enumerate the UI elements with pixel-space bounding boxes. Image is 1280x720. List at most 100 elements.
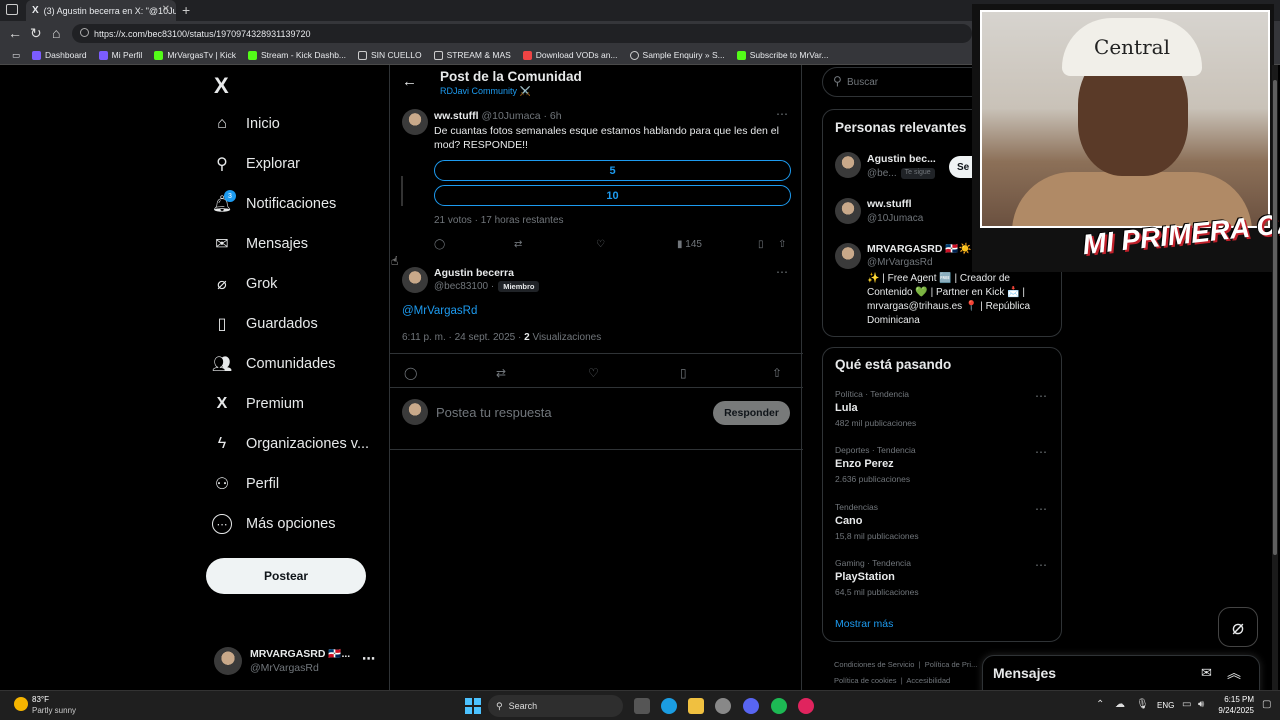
nav-item-perfil[interactable]: ⚇ Perfil <box>212 467 279 501</box>
cloud-icon[interactable]: ☁ <box>1115 699 1125 710</box>
bookmark-item[interactable]: Stream - Kick Dashb... <box>242 50 352 60</box>
more-icon[interactable]: ⋯ <box>1035 558 1047 572</box>
more-icon[interactable]: ⋯ <box>776 107 788 121</box>
avatar[interactable] <box>402 109 428 135</box>
weather-temp[interactable]: 83°F <box>32 695 49 704</box>
nav-item-explorar[interactable]: ⚲ Explorar <box>212 147 300 181</box>
nav-item-guardados[interactable]: ▯ Guardados <box>212 307 318 341</box>
share-icon[interactable]: ⇧ <box>778 239 786 250</box>
language-indicator[interactable]: ENG <box>1157 701 1174 710</box>
x-logo-icon[interactable]: X <box>214 73 229 99</box>
person-name[interactable]: Agustin bec... <box>867 153 936 165</box>
author-name[interactable]: ww.stuffl <box>434 110 479 122</box>
footer-link[interactable]: Accesibilidad <box>906 676 950 685</box>
avatar[interactable] <box>835 198 861 224</box>
poll-option[interactable]: 5 <box>434 160 791 181</box>
nav-item-comunidades[interactable]: 👥︎ Comunidades <box>212 347 336 381</box>
person-name[interactable]: ww.stuffl <box>867 198 912 210</box>
url-field[interactable]: https://x.com/bec83100/status/1970974328… <box>72 24 972 43</box>
notification-center-icon[interactable]: ▢ <box>1262 699 1271 710</box>
sidebar-toggle-icon[interactable]: ▭ <box>6 50 26 61</box>
start-icon[interactable] <box>465 698 481 714</box>
search-input[interactable]: Buscar <box>847 77 878 88</box>
taskbar-search[interactable]: ⚲ Search <box>488 695 623 717</box>
tab-actions-icon[interactable] <box>6 4 18 15</box>
poll-option[interactable]: 10 <box>434 185 791 206</box>
footer-link[interactable]: Política de Pri... <box>925 660 978 669</box>
reply-button[interactable]: Responder <box>713 401 790 425</box>
bookmark-item[interactable]: Download VODs an... <box>517 50 624 60</box>
close-tab-icon[interactable]: ✕ <box>162 4 170 15</box>
share-icon[interactable]: ⇧ <box>772 366 782 380</box>
expand-icon[interactable]: ︽ <box>1227 663 1241 683</box>
clock-time[interactable]: 6:15 PM <box>1222 695 1254 704</box>
reload-icon[interactable]: ↻ <box>30 25 42 42</box>
avatar[interactable] <box>835 243 861 269</box>
author-handle[interactable]: @10Jumaca <box>481 110 540 122</box>
repost-icon[interactable]: ⇄ <box>514 239 522 250</box>
new-tab-icon[interactable]: + <box>182 2 190 18</box>
clock-date[interactable]: 9/24/2025 <box>1212 706 1254 715</box>
more-icon[interactable]: ⋯ <box>362 651 375 667</box>
obs-icon[interactable] <box>798 698 814 714</box>
trend-item[interactable]: Gaming · Tendencia PlayStation 64,5 mil pu… <box>835 558 1051 597</box>
author-handle[interactable]: @bec83100 · <box>434 281 494 292</box>
trend-item[interactable]: Tendencias Cano 15,8 mil publicaciones ⋯ <box>835 502 1051 541</box>
show-more-link[interactable]: Mostrar más <box>835 618 893 630</box>
volume-icon[interactable]: 🔊︎ <box>1198 699 1204 710</box>
reply-input[interactable]: Postea tu respuesta <box>436 405 552 420</box>
bookmark-item[interactable]: Mi Perfil <box>93 50 149 60</box>
mention-link[interactable]: @MrVargasRd <box>402 305 477 317</box>
nav-item-premium[interactable]: X Premium <box>212 387 304 421</box>
trend-item[interactable]: Política · Tendencia Lula 482 mil publicac… <box>835 389 1051 428</box>
reply-icon[interactable]: ◯ <box>404 366 417 380</box>
post-button[interactable]: Postear <box>206 558 366 594</box>
community-link[interactable]: RDJavi Community ⚔️ <box>440 86 531 97</box>
nav-item-mensajes[interactable]: ✉ Mensajes <box>212 227 308 261</box>
new-message-icon[interactable]: ✉ <box>1201 665 1212 681</box>
reply-icon[interactable]: ◯ <box>434 239 445 250</box>
bookmark-icon[interactable]: ▯ <box>680 366 687 380</box>
discord-icon[interactable] <box>743 698 759 714</box>
edge-icon[interactable] <box>661 698 677 714</box>
bookmark-item[interactable]: MrVargasTv | Kick <box>148 50 242 60</box>
like-icon[interactable]: ♡ <box>596 239 605 250</box>
like-icon[interactable]: ♡ <box>588 366 599 380</box>
bookmark-item[interactable]: Subscribe to MrVar... <box>731 50 835 60</box>
author-name[interactable]: Agustin becerra <box>434 267 514 279</box>
bookmark-folder[interactable]: SIN CUELLO <box>352 50 428 60</box>
person-handle[interactable]: @MrVargasRd <box>867 257 933 268</box>
chevron-up-icon[interactable]: ⌃ <box>1096 699 1104 710</box>
mic-icon[interactable]: 🎙︎ <box>1136 699 1149 710</box>
bookmark-item[interactable]: Sample Enquiry » S... <box>624 50 731 60</box>
nav-item-mas-opciones[interactable]: ⋯ Más opciones <box>212 507 335 541</box>
avatar[interactable] <box>402 267 428 293</box>
more-icon[interactable]: ⋯ <box>1035 389 1047 403</box>
network-icon[interactable]: ▭ <box>1182 699 1191 710</box>
nav-item-inicio[interactable]: ⌂ Inicio <box>212 107 280 141</box>
task-view-icon[interactable] <box>634 698 650 714</box>
account-switcher[interactable]: MRVARGASRD 🇩🇴... @MrVargasRd ⋯ <box>214 645 384 681</box>
more-icon[interactable]: ⋯ <box>1035 445 1047 459</box>
back-icon[interactable]: ← <box>8 25 22 41</box>
weather-icon[interactable] <box>14 697 28 711</box>
trend-item[interactable]: Deportes · Tendencia Enzo Perez 2.636 publ… <box>835 445 1051 484</box>
site-info-icon[interactable] <box>80 28 89 37</box>
nav-item-grok[interactable]: ⌀ Grok <box>212 267 277 301</box>
back-arrow-icon[interactable]: ← <box>402 73 417 90</box>
home-browser-icon[interactable]: ⌂ <box>52 25 60 41</box>
avatar[interactable] <box>835 152 861 178</box>
file-explorer-icon[interactable] <box>688 698 704 714</box>
footer-link[interactable]: Condiciones de Servicio <box>834 660 914 669</box>
nav-item-organizaciones[interactable]: ϟ Organizaciones v... <box>212 427 369 461</box>
bookmark-item[interactable]: Dashboard <box>26 50 93 60</box>
nav-item-notificaciones[interactable]: 🔔︎ 3 Notificaciones <box>212 187 336 221</box>
bookmark-folder[interactable]: STREAM & MAS <box>428 50 517 60</box>
scrollbar-thumb[interactable] <box>1273 80 1277 555</box>
grok-floating-icon[interactable]: ⌀ <box>1218 607 1258 647</box>
views-icon[interactable]: ▮ 145 <box>677 239 702 250</box>
messages-drawer[interactable]: Mensajes ✉ ︽ <box>982 655 1260 695</box>
browser-tab-active[interactable]: X (3) Agustin becerra en X: "@10Ju... ✕ <box>26 0 176 21</box>
person-handle[interactable]: @10Jumaca <box>867 213 923 224</box>
more-icon[interactable]: ⋯ <box>776 265 788 279</box>
